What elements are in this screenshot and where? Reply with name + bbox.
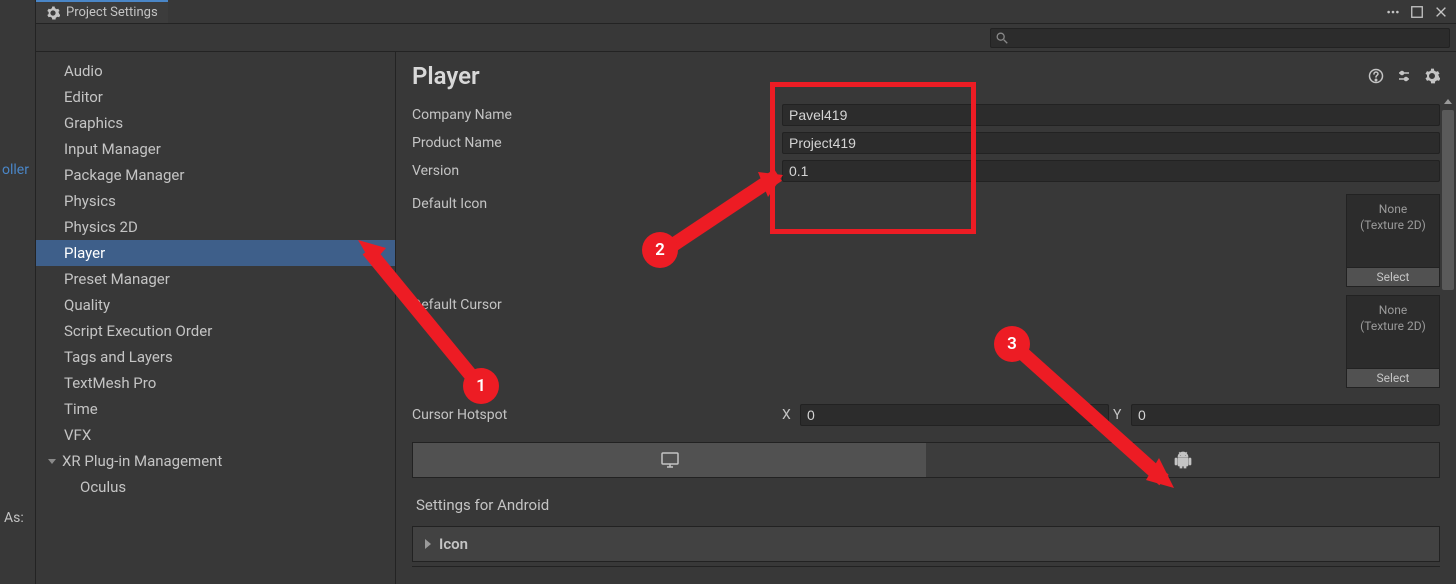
texture-none-text: None <box>1347 201 1439 217</box>
icon-foldout[interactable]: Icon <box>412 526 1440 562</box>
scroll-up-icon[interactable] <box>1442 96 1454 108</box>
sidebar: Audio Editor Graphics Input Manager Pack… <box>36 52 396 584</box>
android-icon <box>1173 450 1193 470</box>
monitor-icon <box>660 450 680 470</box>
sidebar-item-label: Preset Manager <box>64 268 170 290</box>
sidebar-item-script-execution-order[interactable]: Script Execution Order <box>36 318 395 344</box>
player-settings-panel: Player Company Name <box>396 52 1456 584</box>
sidebar-item-label: Oculus <box>80 476 126 498</box>
version-label: Version <box>412 163 782 179</box>
sidebar-item-audio[interactable]: Audio <box>36 58 395 84</box>
product-name-input[interactable] <box>782 132 1440 154</box>
sidebar-item-physics[interactable]: Physics <box>36 188 395 214</box>
default-cursor-label: Default Cursor <box>412 295 782 313</box>
sidebar-item-physics-2d[interactable]: Physics 2D <box>36 214 395 240</box>
default-cursor-texture[interactable]: None (Texture 2D) Select <box>1346 295 1440 388</box>
tab-bar: Project Settings <box>36 0 1456 24</box>
hotspot-x-label: X <box>782 407 796 423</box>
company-name-input[interactable] <box>782 104 1440 126</box>
cursor-hotspot-label: Cursor Hotspot <box>412 407 782 423</box>
sidebar-item-input-manager[interactable]: Input Manager <box>36 136 395 162</box>
sidebar-item-label: Audio <box>64 60 103 82</box>
help-icon[interactable] <box>1368 68 1384 84</box>
project-settings-tab[interactable]: Project Settings <box>36 0 168 23</box>
texture-none-text: None <box>1347 302 1439 318</box>
platform-tabs <box>412 442 1440 478</box>
sidebar-item-label: Time <box>64 398 98 420</box>
texture-type-text: (Texture 2D) <box>1347 318 1439 334</box>
sidebar-item-label: Script Execution Order <box>64 320 212 342</box>
sidebar-item-label: Player <box>64 242 105 264</box>
default-icon-texture[interactable]: None (Texture 2D) Select <box>1346 194 1440 287</box>
company-name-label: Company Name <box>412 107 782 123</box>
scroll-thumb[interactable] <box>1442 110 1454 290</box>
sidebar-item-xr-plugin-management[interactable]: XR Plug-in Management <box>36 448 395 474</box>
sidebar-item-preset-manager[interactable]: Preset Manager <box>36 266 395 292</box>
maximize-icon[interactable] <box>1410 5 1424 19</box>
gutter-top-text: oller <box>2 162 35 178</box>
tab-title: Project Settings <box>66 5 158 20</box>
sidebar-item-label: Input Manager <box>64 138 161 160</box>
product-name-label: Product Name <box>412 135 782 151</box>
sidebar-item-label: Package Manager <box>64 164 184 186</box>
sidebar-item-vfx[interactable]: VFX <box>36 422 395 448</box>
search-bar <box>36 24 1456 52</box>
sidebar-item-label: Tags and Layers <box>64 346 173 368</box>
sidebar-item-quality[interactable]: Quality <box>36 292 395 318</box>
sidebar-item-editor[interactable]: Editor <box>36 84 395 110</box>
sidebar-item-label: Physics 2D <box>64 216 138 238</box>
hotspot-y-label: Y <box>1113 407 1127 423</box>
sidebar-item-label: Editor <box>64 86 103 108</box>
sidebar-item-player[interactable]: Player <box>36 240 395 266</box>
sidebar-item-tags-and-layers[interactable]: Tags and Layers <box>36 344 395 370</box>
left-gutter: oller As: <box>0 0 36 584</box>
texture-type-text: (Texture 2D) <box>1347 217 1439 233</box>
gear-icon[interactable] <box>1424 68 1440 84</box>
default-icon-label: Default Icon <box>412 194 782 212</box>
version-input[interactable] <box>782 160 1440 182</box>
foldout-label: Icon <box>439 535 468 553</box>
chevron-down-icon <box>48 459 56 464</box>
sidebar-item-label: Graphics <box>64 112 123 134</box>
sidebar-item-label: XR Plug-in Management <box>62 450 222 472</box>
sidebar-item-textmesh-pro[interactable]: TextMesh Pro <box>36 370 395 396</box>
search-input[interactable] <box>990 28 1450 48</box>
menu-icon[interactable] <box>1386 5 1400 19</box>
sidebar-item-label: TextMesh Pro <box>64 372 156 394</box>
sidebar-item-oculus[interactable]: Oculus <box>36 474 395 500</box>
sidebar-item-label: Physics <box>64 190 116 212</box>
settings-for-android-header: Settings for Android <box>412 490 1440 520</box>
scrollbar[interactable] <box>1440 110 1456 584</box>
preset-icon[interactable] <box>1396 68 1412 84</box>
search-icon <box>995 31 1009 45</box>
sidebar-item-time[interactable]: Time <box>36 396 395 422</box>
sidebar-item-label: Quality <box>64 294 110 316</box>
gutter-bottom-text: As: <box>4 510 35 526</box>
sidebar-item-graphics[interactable]: Graphics <box>36 110 395 136</box>
window-controls <box>1386 5 1456 19</box>
hotspot-y-input[interactable] <box>1131 404 1440 426</box>
texture-select-button[interactable]: Select <box>1347 267 1439 286</box>
sidebar-item-package-manager[interactable]: Package Manager <box>36 162 395 188</box>
chevron-right-icon <box>425 539 431 549</box>
texture-select-button[interactable]: Select <box>1347 368 1439 387</box>
platform-tab-standalone[interactable] <box>413 443 926 477</box>
panel-title: Player <box>412 62 480 90</box>
platform-tab-android[interactable] <box>926 443 1439 477</box>
sidebar-item-label: VFX <box>64 424 91 446</box>
hotspot-x-input[interactable] <box>800 404 1109 426</box>
close-icon[interactable] <box>1434 5 1448 19</box>
gear-icon <box>46 6 60 20</box>
